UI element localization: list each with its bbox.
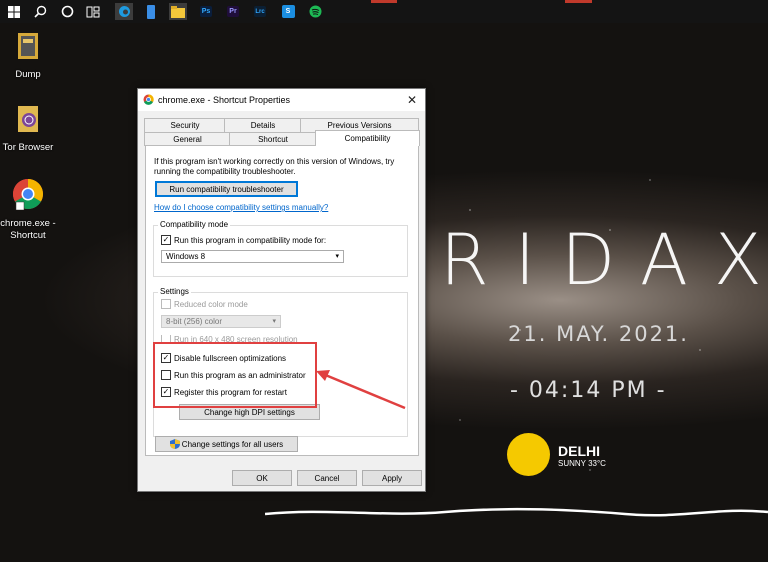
tab-shortcut[interactable]: Shortcut — [229, 132, 317, 146]
scribble-line — [265, 507, 768, 517]
tab-security[interactable]: Security — [144, 118, 226, 132]
windows-start-icon[interactable] — [5, 3, 23, 20]
chrome-icon — [143, 94, 154, 105]
chrome-icon — [0, 178, 59, 214]
search-icon[interactable] — [31, 3, 49, 20]
color-depth-value: 8-bit (256) color — [166, 317, 223, 326]
checkbox[interactable]: ✓ — [161, 235, 171, 245]
checkbox — [161, 299, 171, 309]
annotation-arrow — [316, 370, 406, 410]
desktop-icon-chrome[interactable]: chrome.exe - Shortcut — [0, 178, 59, 242]
weather-city: DELHI — [558, 443, 600, 459]
change-all-users-button[interactable]: Change settings for all users — [155, 436, 298, 452]
desktop-icon-dump[interactable]: Dump — [0, 31, 59, 81]
highlight-box — [153, 342, 317, 408]
spotify-icon[interactable] — [306, 3, 324, 20]
lightroom-icon[interactable]: Lrc — [251, 3, 269, 20]
reduced-color-label: Reduced color mode — [174, 299, 248, 309]
compat-mode-checkbox-row[interactable]: ✓ Run this program in compatibility mode… — [161, 235, 326, 245]
taskbar: Ps Pr Lrc S — [0, 0, 768, 23]
tab-compatibility[interactable]: Compatibility — [315, 130, 420, 146]
change-all-users-label: Change settings for all users — [181, 439, 284, 449]
compat-mode-label: Run this program in compatibility mode f… — [174, 235, 327, 245]
color-depth-select: 8-bit (256) color ▾ — [161, 315, 281, 328]
sun-icon — [507, 433, 550, 476]
tab-details[interactable]: Details — [224, 118, 302, 132]
windows-version-select[interactable]: Windows 8 ▾ — [161, 250, 344, 263]
ok-button[interactable]: OK — [232, 470, 292, 486]
intro-text: If this program isn't working correctly … — [154, 157, 395, 176]
chevron-down-icon: ▾ — [272, 318, 276, 325]
run-troubleshooter-button[interactable]: Run compatibility troubleshooter — [155, 181, 298, 197]
phone-icon[interactable] — [142, 3, 160, 20]
close-icon[interactable]: ✕ — [407, 93, 417, 107]
weather-condition: SUNNY 33°C — [558, 459, 606, 468]
chevron-down-icon: ▾ — [335, 253, 339, 260]
manual-settings-link[interactable]: How do I choose compatibility settings m… — [154, 203, 328, 212]
widget-title: RIDAX — [440, 219, 768, 301]
dialog-title: chrome.exe - Shortcut Properties — [158, 95, 291, 105]
indicator-mark — [371, 0, 397, 3]
edge-icon[interactable] — [115, 3, 133, 20]
indicator-mark — [565, 0, 592, 3]
desktop-icon-label: Dump — [15, 69, 41, 80]
widget-date: 21. MAY. 2021. — [508, 322, 689, 346]
desktop-icon-label: Tor Browser — [2, 142, 54, 153]
properties-dialog: chrome.exe - Shortcut Properties ✕ Secur… — [137, 88, 426, 492]
dialog-titlebar: chrome.exe - Shortcut Properties ✕ — [138, 89, 425, 111]
file-explorer-icon[interactable] — [169, 3, 187, 20]
widget-time: - 04:14 PM - — [510, 378, 667, 403]
settings-label: Settings — [158, 287, 191, 296]
photoshop-icon[interactable]: Ps — [197, 3, 215, 20]
windows-version-value: Windows 8 — [166, 252, 206, 261]
s-app-icon[interactable]: S — [279, 3, 297, 20]
uac-shield-icon — [169, 439, 180, 449]
desktop-icon-label: chrome.exe - Shortcut — [0, 218, 56, 241]
desktop-icon-tor-browser[interactable]: Tor Browser — [0, 104, 59, 154]
apply-button[interactable]: Apply — [362, 470, 422, 486]
tor-browser-icon — [0, 104, 59, 138]
cortana-icon[interactable] — [58, 3, 76, 20]
cancel-button[interactable]: Cancel — [297, 470, 357, 486]
folder-icon — [0, 31, 59, 65]
task-view-icon[interactable] — [84, 3, 102, 20]
compatibility-mode-label: Compatibility mode — [158, 220, 231, 229]
reduced-color-row: Reduced color mode — [161, 299, 248, 309]
tab-general[interactable]: General — [144, 132, 231, 146]
premiere-icon[interactable]: Pr — [224, 3, 242, 20]
